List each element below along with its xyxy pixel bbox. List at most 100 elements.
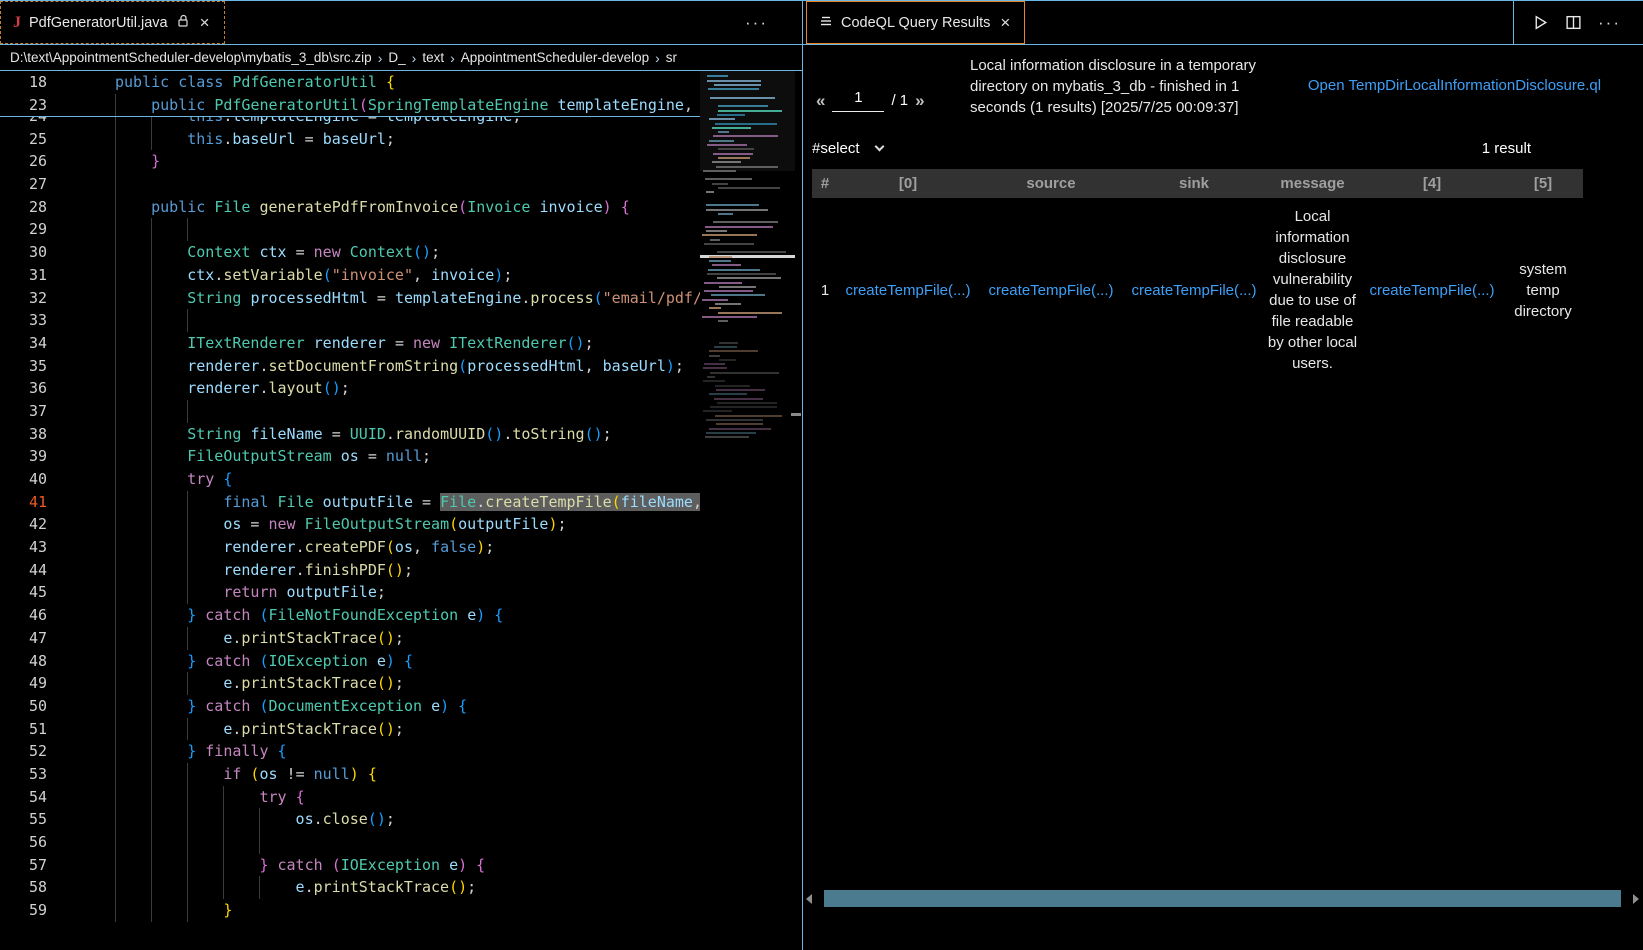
column-header[interactable]: source <box>978 169 1124 198</box>
line-number: 32 <box>0 287 47 310</box>
column-header[interactable]: sink <box>1124 169 1264 198</box>
line-number: 29 <box>0 218 47 241</box>
indent-guide <box>151 672 187 695</box>
close-icon[interactable]: × <box>998 14 1012 31</box>
scroll-left-icon[interactable] <box>806 894 812 904</box>
code-line: 37 <box>0 400 700 423</box>
scrollbar-thumb[interactable] <box>824 890 1621 907</box>
sticky-scroll: 18public class PdfGeneratorUtil {23publi… <box>0 71 700 117</box>
indent-guide <box>223 786 259 809</box>
line-number: 38 <box>0 423 47 446</box>
minimap[interactable] <box>700 71 795 471</box>
line-number: 52 <box>0 740 47 763</box>
select-row: #select 1 result <box>812 140 1643 157</box>
result-link[interactable]: createTempFile(...) <box>845 282 970 299</box>
tab-pdfgeneratorutil[interactable]: J PdfGeneratorUtil.java × <box>0 1 225 44</box>
breadcrumb-segment[interactable]: sr <box>666 50 677 65</box>
page-number-input[interactable]: 1 <box>832 89 884 112</box>
indent-guide <box>115 287 151 310</box>
list-icon <box>819 14 833 32</box>
indent-guide <box>151 899 187 922</box>
run-query-icon[interactable] <box>1532 14 1549 31</box>
close-icon[interactable]: × <box>198 14 212 31</box>
code-line: 26} <box>0 150 700 173</box>
code-editor[interactable]: 24this.templateEngine = templateEngine;2… <box>0 71 802 949</box>
indent-guide <box>151 241 187 264</box>
line-number: 51 <box>0 718 47 741</box>
more-actions-icon[interactable]: ··· <box>745 13 768 33</box>
result-link[interactable]: createTempFile(...) <box>988 282 1113 299</box>
code-line: 42os = new FileOutputStream(outputFile); <box>0 513 700 536</box>
indent-guide <box>187 491 223 514</box>
indent-guide <box>151 445 187 468</box>
line-number: 40 <box>0 468 47 491</box>
indent-guide <box>151 854 187 877</box>
result-cell: 1 <box>812 198 838 382</box>
indent-guide <box>187 513 223 536</box>
code-line: 27 <box>0 173 700 196</box>
breadcrumb-separator-icon: › <box>378 50 383 66</box>
indent-guide <box>115 740 151 763</box>
code-line: 59} <box>0 899 700 922</box>
indent-guide <box>187 831 223 854</box>
indent-guide <box>187 559 223 582</box>
result-link[interactable]: createTempFile(...) <box>1131 282 1256 299</box>
last-page-button[interactable]: » <box>915 91 924 111</box>
code-line: 47e.printStackTrace(); <box>0 627 700 650</box>
column-header[interactable]: message <box>1264 169 1361 198</box>
code-line: 48} catch (IOException e) { <box>0 650 700 673</box>
indent-guide <box>187 718 223 741</box>
breadcrumb-segment[interactable]: D:\text\AppointmentScheduler-develop\myb… <box>10 50 372 65</box>
line-number: 45 <box>0 581 47 604</box>
column-header[interactable]: [5] <box>1503 169 1583 198</box>
result-cell: createTempFile(...) <box>978 198 1124 382</box>
editor-group-divider[interactable] <box>802 1 803 950</box>
code-line: 36renderer.layout(); <box>0 377 700 400</box>
split-editor-icon[interactable] <box>1565 14 1582 31</box>
lock-icon <box>176 13 190 32</box>
indent-guide <box>151 287 187 310</box>
indent-guide <box>187 876 223 899</box>
indent-guide <box>259 831 295 854</box>
indent-guide <box>151 377 187 400</box>
select-dropdown[interactable]: #select <box>812 140 883 157</box>
indent-guide <box>115 400 151 423</box>
indent-guide <box>151 808 187 831</box>
code-lines: 24this.templateEngine = templateEngine;2… <box>0 71 700 922</box>
column-header[interactable]: [0] <box>838 169 978 198</box>
breadcrumb-segment[interactable]: text <box>422 50 444 65</box>
code-line: 58e.printStackTrace(); <box>0 876 700 899</box>
indent-guide <box>115 445 151 468</box>
code-line: 44renderer.finishPDF(); <box>0 559 700 582</box>
column-header[interactable]: [4] <box>1361 169 1503 198</box>
open-query-file-link[interactable]: Open TempDirLocalInformationDisclosure.q… <box>1266 53 1643 118</box>
indent-guide <box>115 264 151 287</box>
line-number: 28 <box>0 196 47 219</box>
result-link[interactable]: createTempFile(...) <box>1369 282 1494 299</box>
line-number: 30 <box>0 241 47 264</box>
breadcrumb-segment[interactable]: D_ <box>388 50 405 65</box>
more-actions-icon[interactable]: ··· <box>1598 13 1621 33</box>
code-line: 38String fileName = UUID.randomUUID().to… <box>0 423 700 446</box>
line-number: 49 <box>0 672 47 695</box>
scroll-right-icon[interactable] <box>1633 894 1639 904</box>
indent-guide <box>115 718 151 741</box>
code-line: 52} finally { <box>0 740 700 763</box>
first-page-button[interactable]: « <box>816 91 825 111</box>
breadcrumb-segment[interactable]: AppointmentScheduler-develop <box>461 50 649 65</box>
column-header[interactable]: # <box>812 169 838 198</box>
line-number: 46 <box>0 604 47 627</box>
breadcrumb[interactable]: D:\text\AppointmentScheduler-develop\myb… <box>0 45 802 71</box>
result-cell: createTempFile(...) <box>1361 198 1503 382</box>
line-number: 33 <box>0 309 47 332</box>
editor-pane: D:\text\AppointmentScheduler-develop\myb… <box>0 45 802 950</box>
indent-guide <box>151 718 187 741</box>
indent-guide <box>115 786 151 809</box>
indent-guide <box>115 241 151 264</box>
indent-guide <box>115 695 151 718</box>
code-line: 29 <box>0 218 700 241</box>
indent-guide <box>187 218 223 241</box>
horizontal-scrollbar[interactable] <box>804 890 1639 907</box>
line-number: 25 <box>0 128 47 151</box>
tab-codeql-query-results[interactable]: CodeQL Query Results × <box>806 1 1025 44</box>
